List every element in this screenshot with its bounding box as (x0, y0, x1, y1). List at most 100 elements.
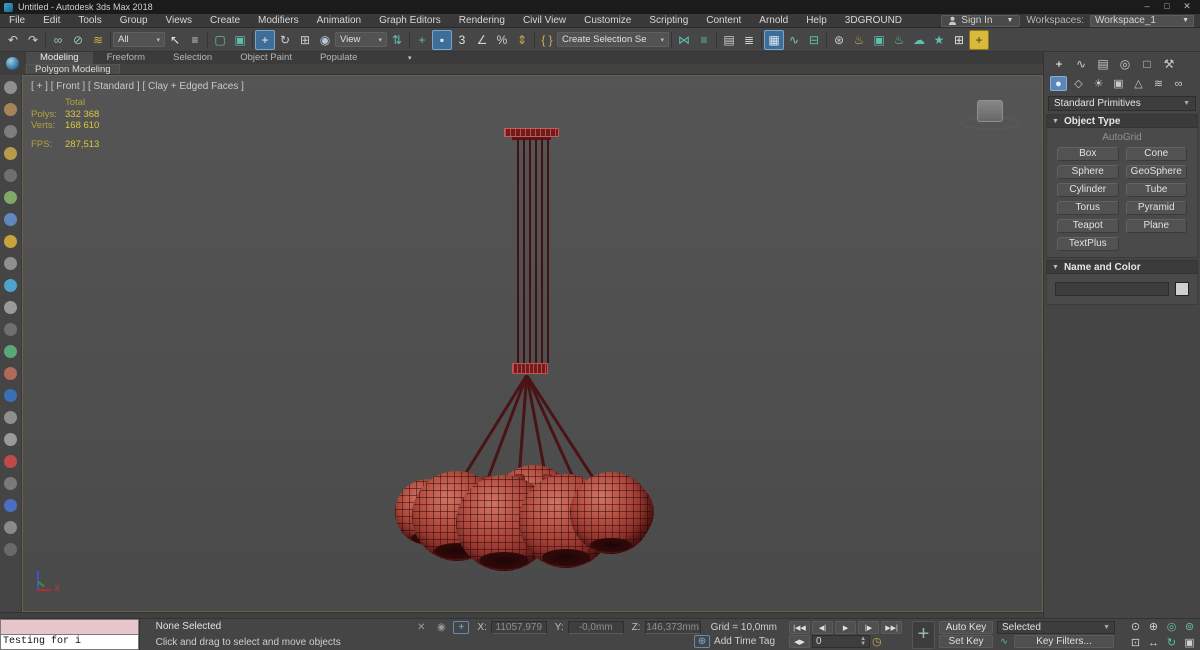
play-button[interactable]: ▶ (835, 621, 857, 634)
zoom-extents-all-icon[interactable]: ⊚ (1181, 619, 1198, 634)
ribbon-vertical-tool-icon[interactable] (4, 367, 17, 380)
modify-tab-icon[interactable]: ∿ (1072, 56, 1090, 72)
ribbon-vertical-tool-icon[interactable] (4, 257, 17, 270)
menu-item[interactable]: Help (797, 14, 836, 28)
angle-snap-toggle-icon[interactable]: ∠ (472, 30, 492, 50)
menu-item[interactable]: Animation (308, 14, 370, 28)
zoom-all-icon[interactable]: ⊕ (1145, 619, 1162, 634)
ribbon-vertical-tool-icon[interactable] (4, 499, 17, 512)
plugin-grid-icon[interactable]: ⊞ (949, 30, 969, 50)
separator[interactable] (250, 31, 255, 48)
separator[interactable] (108, 31, 113, 48)
window-crossing-toggle-icon[interactable]: ▣ (230, 30, 250, 50)
maximize-viewport-icon[interactable]: ▣ (1181, 635, 1198, 650)
ribbon-tab[interactable]: Populate (306, 52, 372, 64)
align-icon[interactable]: ≡ (694, 30, 714, 50)
mirror-icon[interactable]: ⋈ (674, 30, 694, 50)
select-by-name-icon[interactable]: ≡ (185, 30, 205, 50)
ribbon-tab[interactable]: Object Paint (226, 52, 306, 64)
menu-item[interactable]: Create (201, 14, 249, 28)
go-to-start-button[interactable]: |◀◀ (789, 621, 811, 634)
separator[interactable] (532, 31, 537, 48)
workspace-dropdown[interactable]: Workspace_1 ▼ (1090, 14, 1194, 27)
go-to-end-button[interactable]: ▶▶| (881, 621, 903, 634)
separator[interactable] (43, 31, 48, 48)
ribbon-launcher-icon[interactable] (0, 52, 24, 75)
x-coordinate-field[interactable]: 11057,979 (490, 621, 547, 634)
cameras-category-icon[interactable]: ▣ (1110, 76, 1127, 91)
ribbon-vertical-tool-icon[interactable] (4, 235, 17, 248)
menu-item[interactable]: Content (697, 14, 750, 28)
render-in-cloud-icon[interactable]: ☁ (909, 30, 929, 50)
sphere-button[interactable]: Sphere (1057, 165, 1119, 179)
reference-coordinate-system-dropdown[interactable]: View (335, 32, 387, 47)
selection-lock-toggle-icon[interactable]: ◉ (433, 621, 449, 634)
maximize-button[interactable]: □ (1158, 1, 1176, 13)
ribbon-vertical-tool-icon[interactable] (4, 191, 17, 204)
shapes-category-icon[interactable]: ◇ (1070, 76, 1087, 91)
menu-item[interactable]: Civil View (514, 14, 575, 28)
menu-item[interactable]: File (0, 14, 34, 28)
systems-category-icon[interactable]: ∞ (1170, 76, 1187, 91)
open-gallery-icon[interactable]: ★ (929, 30, 949, 50)
sign-in-button[interactable]: Sign In ▼ (941, 14, 1021, 27)
key-mode-toggle-button[interactable]: ◀▶ (789, 635, 811, 648)
minimize-button[interactable]: – (1138, 1, 1156, 13)
scene-explorer-icon[interactable]: ▤ (719, 30, 739, 50)
ribbon-vertical-tool-icon[interactable] (4, 455, 17, 468)
helpers-category-icon[interactable]: △ (1130, 76, 1147, 91)
separator[interactable] (205, 31, 210, 48)
primitive-category-dropdown[interactable]: Standard Primitives ▼ (1048, 96, 1196, 111)
polygon-modeling-panel-label[interactable]: Polygon Modeling (26, 64, 120, 75)
ribbon-vertical-tool-icon[interactable] (4, 323, 17, 336)
box-button[interactable]: Box (1057, 147, 1119, 161)
rectangular-selection-region-icon[interactable]: ▢ (210, 30, 230, 50)
cylinder-button[interactable]: Cylinder (1057, 183, 1119, 197)
ribbon-vertical-tool-icon[interactable] (4, 125, 17, 138)
spinner-snap-toggle-icon[interactable]: ⇕ (512, 30, 532, 50)
lights-category-icon[interactable]: ☀ (1090, 76, 1107, 91)
object-name-input[interactable] (1055, 282, 1169, 296)
create-tab-icon[interactable]: + (1050, 56, 1068, 72)
percent-snap-toggle-icon[interactable]: % (492, 30, 512, 50)
select-and-manipulate-icon[interactable]: + (412, 30, 432, 50)
close-button[interactable]: ✕ (1178, 1, 1196, 13)
pyramid-button[interactable]: Pyramid (1125, 201, 1187, 215)
current-frame-field[interactable]: 0 ▲ ▼ (812, 635, 871, 648)
motion-tab-icon[interactable]: ◎ (1116, 56, 1134, 72)
ribbon-vertical-tool-icon[interactable] (4, 147, 17, 160)
ribbon-vertical-tool-icon[interactable] (4, 301, 17, 314)
absolute-mode-transform-toggle-icon[interactable]: + (453, 621, 470, 634)
set-key-button[interactable]: Set Key (939, 635, 993, 648)
toggle-ribbon-icon[interactable]: ▦ (764, 29, 784, 50)
object-color-swatch[interactable] (1175, 282, 1189, 296)
track-bar[interactable] (0, 612, 1043, 618)
plugin-add-icon[interactable]: + (969, 29, 989, 50)
redo-icon[interactable]: ↷ (23, 30, 43, 50)
separator[interactable] (759, 31, 764, 48)
unlink-selection-icon[interactable]: ⊘ (68, 30, 88, 50)
separator[interactable] (407, 31, 412, 48)
ribbon-vertical-tool-icon[interactable] (4, 543, 17, 556)
menu-item[interactable]: Edit (34, 14, 69, 28)
y-coordinate-field[interactable]: -0,0mm (567, 621, 624, 634)
menu-item[interactable]: Modifiers (249, 14, 308, 28)
tube-button[interactable]: Tube (1125, 183, 1187, 197)
menu-item[interactable]: 3DGROUND (836, 14, 911, 28)
view-cube[interactable] (960, 98, 1020, 134)
select-and-move-icon[interactable]: + (255, 29, 275, 50)
menu-item[interactable]: Customize (575, 14, 640, 28)
listener-macro-pane[interactable] (0, 619, 139, 635)
default-in-out-tangents-icon[interactable]: ∿ (997, 636, 1011, 647)
cone-button[interactable]: Cone (1125, 147, 1187, 161)
geosphere-button[interactable]: GeoSphere (1125, 165, 1187, 179)
menu-item[interactable]: Graph Editors (370, 14, 450, 28)
view-cube-face[interactable] (977, 100, 1003, 122)
zoom-icon[interactable]: ⊙ (1127, 619, 1144, 634)
viewport-label[interactable]: [ + ] [ Front ] [ Standard ] [ Clay + Ed… (31, 81, 244, 92)
object-type-rollout-header[interactable]: ▼ Object Type (1046, 114, 1198, 128)
ribbon-vertical-tool-icon[interactable] (4, 169, 17, 182)
ribbon-tab[interactable]: Selection (159, 52, 226, 64)
layer-explorer-icon[interactable]: ≣ (739, 30, 759, 50)
previous-frame-button[interactable]: ◀| (812, 621, 834, 634)
